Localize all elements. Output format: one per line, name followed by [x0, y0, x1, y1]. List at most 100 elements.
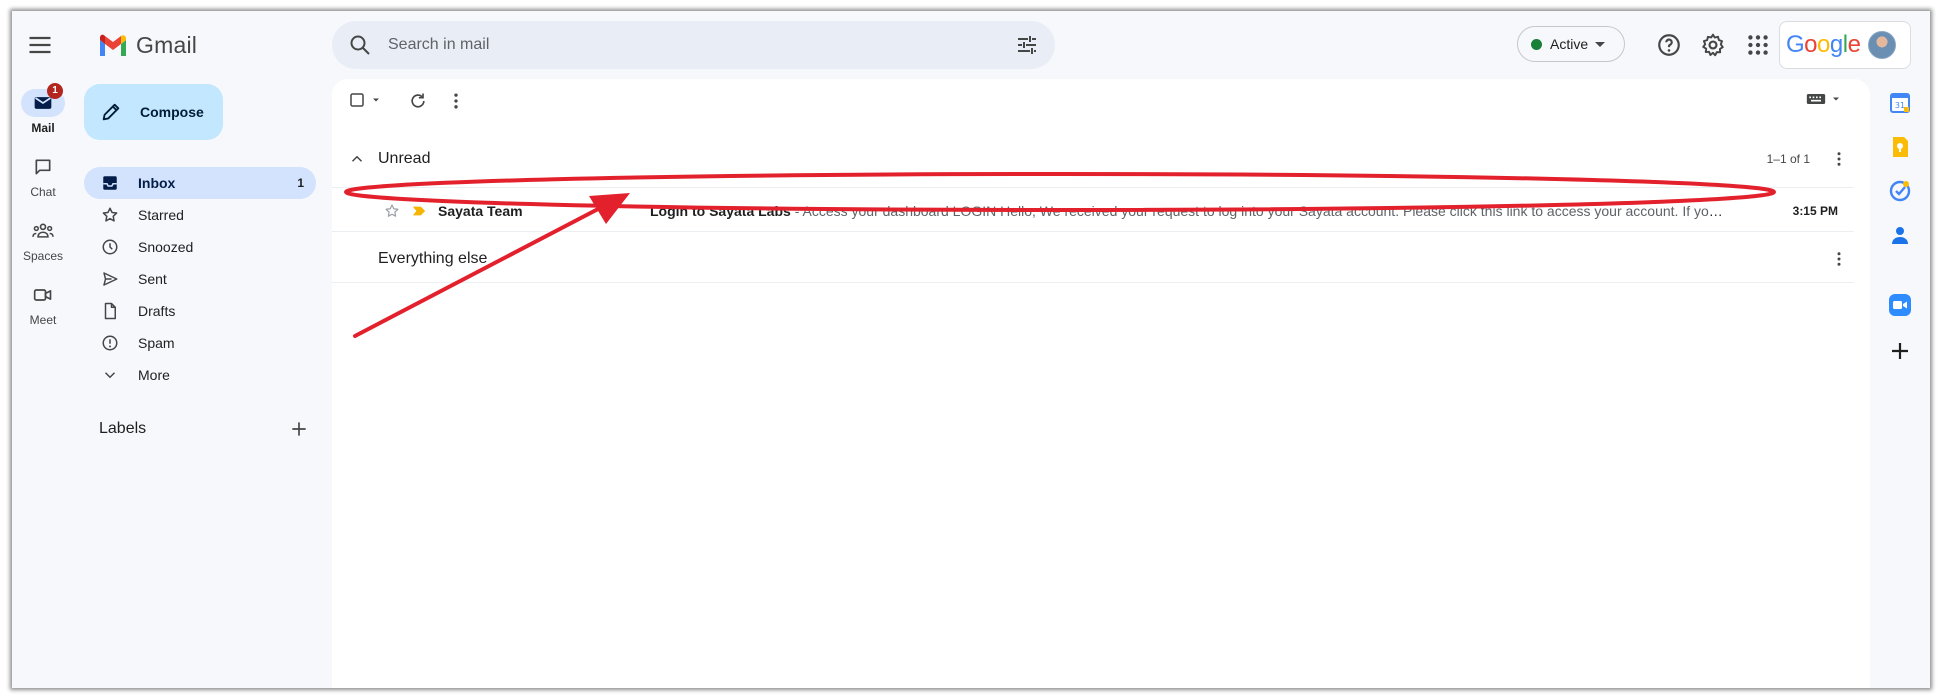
mail-unread-badge: 1: [47, 83, 63, 99]
nav-icon-container: [100, 205, 120, 225]
rail-item-mail[interactable]: 1 Mail: [12, 83, 74, 135]
chevron-down-icon: [104, 372, 116, 379]
search-icon[interactable]: [348, 33, 372, 57]
contacts-icon[interactable]: [1888, 223, 1912, 247]
nav-item-more[interactable]: More: [84, 359, 316, 391]
section-title-everything-else: Everything else: [378, 250, 488, 267]
keyboard-icon: [1806, 94, 1826, 104]
tasks-icon[interactable]: [1888, 179, 1912, 203]
add-addon-icon[interactable]: [1888, 339, 1912, 363]
refresh-icon[interactable]: [408, 91, 428, 111]
rail-item-spaces[interactable]: Spaces: [12, 217, 74, 263]
nav-icon-container: [100, 173, 120, 193]
importance-marker-icon[interactable]: [412, 205, 426, 217]
inbox-icon: [103, 176, 117, 190]
nav-item-sent[interactable]: Sent: [84, 263, 316, 295]
checkbox-icon: [350, 93, 364, 107]
add-label-icon[interactable]: [289, 419, 309, 439]
divider: [332, 187, 1854, 188]
compose-button[interactable]: Compose: [84, 84, 223, 140]
draft-icon: [104, 302, 116, 320]
status-dropdown[interactable]: Active: [1517, 26, 1625, 62]
nav-label-more: More: [138, 367, 170, 383]
google-wordmark-letter: e: [1847, 31, 1861, 58]
rail-icon-container: [21, 217, 65, 245]
caret-down-icon: [1833, 97, 1839, 101]
avatar[interactable]: [1868, 31, 1897, 59]
search-options-icon[interactable]: [1015, 33, 1039, 57]
nav-item-spam[interactable]: Spam: [84, 327, 316, 359]
compose-label: Compose: [140, 104, 204, 120]
nav-item-drafts[interactable]: Drafts: [84, 295, 316, 327]
status-label: Active: [1550, 36, 1589, 52]
help-icon[interactable]: [1656, 32, 1682, 58]
nav-item-snoozed[interactable]: Snoozed: [84, 231, 316, 263]
send-icon: [103, 272, 118, 286]
more-vert-icon[interactable]: [1830, 150, 1848, 168]
chat-icon: [35, 159, 51, 175]
nav-label-inbox: Inbox: [138, 175, 176, 191]
settings-gear-icon[interactable]: [1700, 32, 1726, 58]
nav-label-spam: Spam: [138, 335, 175, 351]
google-wordmark-letter: g: [1829, 31, 1843, 58]
email-sender: Sayata Team: [438, 203, 523, 219]
rail-label-mail: Mail: [31, 121, 55, 135]
google-account-button[interactable]: Google: [1779, 21, 1911, 69]
mail-list-panel: Unread 1–1 of 1 Sayata Team Login to Say…: [332, 79, 1870, 688]
nav-label-starred: Starred: [138, 207, 184, 223]
email-preview: Login to Sayata Labs - Access your dashb…: [650, 203, 1730, 219]
status-indicator: [1531, 38, 1542, 50]
app-name: Gmail: [136, 32, 198, 58]
section-title-unread: Unread: [378, 150, 431, 167]
more-vert-icon[interactable]: [1830, 250, 1848, 268]
star-icon[interactable]: [384, 203, 400, 219]
calendar-icon[interactable]: 31: [1888, 91, 1912, 115]
search-input[interactable]: [388, 21, 948, 69]
collapse-section-icon[interactable]: [348, 150, 366, 168]
nav-label-snoozed: Snoozed: [138, 239, 194, 255]
everything-else-section-header: Everything else: [332, 239, 1870, 279]
clock-icon: [102, 239, 118, 255]
email-time: 3:15 PM: [1792, 204, 1838, 218]
nav-item-starred[interactable]: Starred: [84, 199, 316, 231]
gmail-logo[interactable]: Gmail: [98, 32, 197, 59]
rail-item-meet[interactable]: Meet: [12, 281, 74, 327]
spam-icon: [102, 335, 118, 351]
email-snippet: - Access your dashboard LOGIN Hello, We …: [794, 203, 1730, 219]
nav-icon-container: [100, 333, 120, 353]
rail-label-spaces: Spaces: [22, 249, 64, 263]
nav-icon-container: [100, 365, 120, 385]
nav-item-inbox[interactable]: Inbox 1: [84, 167, 316, 199]
input-tools-button[interactable]: [1806, 91, 1842, 107]
email-row[interactable]: Sayata Team Login to Sayata Labs - Acces…: [332, 191, 1854, 231]
mail-toolbar: [332, 79, 1870, 127]
caret-down-icon: [373, 98, 379, 102]
labels-title: Labels: [99, 420, 147, 437]
divider: [332, 231, 1854, 232]
google-wordmark-letter: o: [1804, 31, 1818, 58]
svg-text:31: 31: [1895, 101, 1905, 110]
inbox-unread-count: 1: [297, 176, 304, 190]
pagination-count: 1–1 of 1: [1766, 152, 1810, 166]
nav-icon-container: [100, 301, 120, 321]
labels-header: Labels: [99, 419, 309, 439]
caret-down-icon: [1595, 41, 1606, 47]
google-wordmark: Google: [1786, 31, 1861, 59]
apps-grid-icon[interactable]: [1745, 32, 1771, 58]
select-all-checkbox[interactable]: [348, 91, 382, 109]
zoom-icon[interactable]: [1888, 293, 1912, 317]
pencil-icon: [102, 103, 120, 121]
meet-icon: [33, 289, 52, 301]
rail-icon-container: [21, 153, 65, 181]
rail-icon-container: 1: [21, 83, 65, 117]
nav-label-sent: Sent: [138, 271, 167, 287]
more-vert-icon[interactable]: [446, 91, 466, 111]
nav-label-drafts: Drafts: [138, 303, 176, 319]
keep-icon[interactable]: [1888, 135, 1912, 159]
spaces-icon: [32, 223, 54, 238]
main-menu-button[interactable]: [26, 31, 54, 59]
rail-item-chat[interactable]: Chat: [12, 153, 74, 199]
rail-label-meet: Meet: [29, 313, 57, 327]
unread-section-header: Unread 1–1 of 1: [332, 139, 1870, 179]
rail-icon-container: [21, 281, 65, 309]
